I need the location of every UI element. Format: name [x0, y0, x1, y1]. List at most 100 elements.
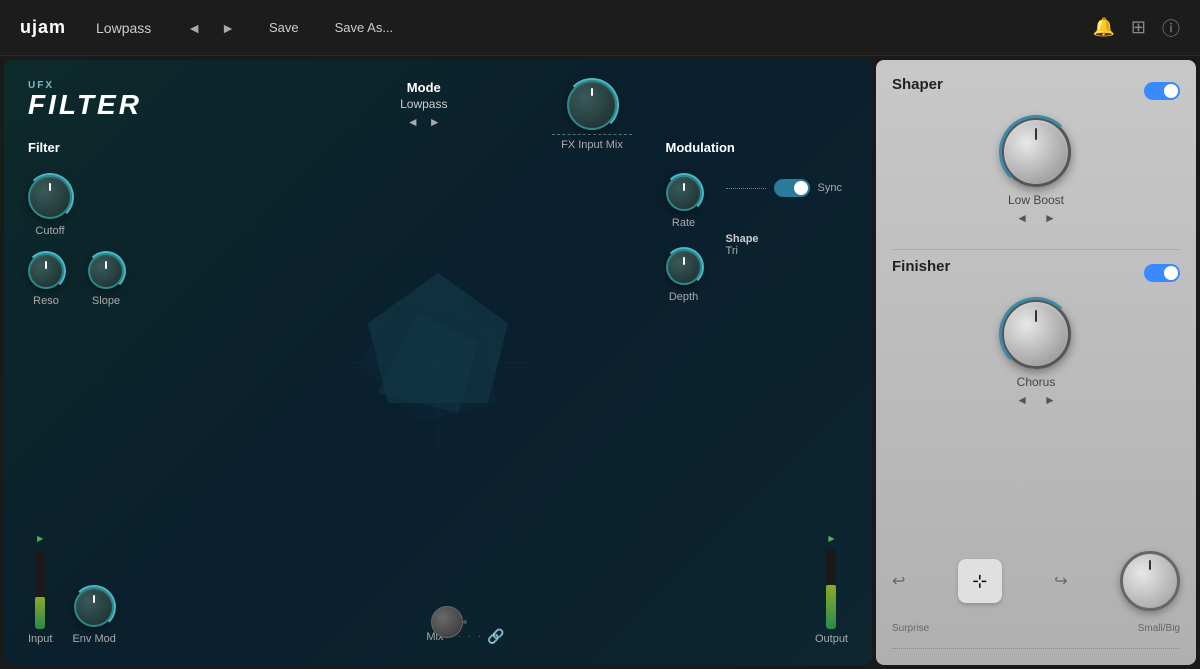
bottom-controls: ▶ Input Env Mod Mix · · · · 🔗 — [28, 534, 848, 645]
modulation-knobs: Rate Depth — [666, 175, 702, 303]
small-big-knob[interactable] — [1120, 551, 1180, 611]
modulation-right: Sync Shape Tri — [726, 175, 842, 257]
reso-knob[interactable] — [28, 253, 64, 289]
redo-icon[interactable]: ↪ — [1054, 571, 1067, 591]
low-boost-next-button[interactable]: ► — [1044, 211, 1056, 225]
bottom-dotted-line — [892, 648, 1180, 649]
output-arrow: ▶ — [828, 534, 834, 543]
filter-section: Filter Cutoff Reso Slope — [28, 140, 124, 307]
low-boost-prev-button[interactable]: ◄ — [1016, 211, 1028, 225]
bottom-labels-row: Surprise Small/Big — [892, 623, 1180, 634]
shaper-header: Shaper — [892, 76, 1180, 105]
mode-value: Lowpass — [400, 97, 447, 111]
cutoff-knob[interactable] — [28, 175, 72, 219]
shape-title: Shape — [726, 233, 842, 245]
output-section: ▶ Output — [815, 534, 848, 645]
finisher-toggle[interactable] — [1144, 264, 1180, 282]
sync-row: Sync — [726, 179, 842, 197]
filter-reso-slope-row: Reso Slope — [28, 253, 124, 307]
filter-cutoff-row: Cutoff — [28, 175, 124, 237]
slope-group: Slope — [88, 253, 124, 307]
shaper-toggle[interactable] — [1144, 82, 1180, 100]
section-divider — [892, 249, 1180, 250]
undo-icon[interactable]: ↩ — [892, 571, 905, 591]
env-mod-label: Env Mod — [72, 633, 115, 645]
depth-knob[interactable] — [666, 249, 702, 285]
save-as-button[interactable]: Save As... — [327, 16, 402, 39]
mix-link-icon[interactable]: 🔗 — [487, 628, 504, 645]
right-panel: Shaper Low Boost ◄ ► Finisher Chorus ◄ ► — [876, 60, 1196, 665]
info-icon[interactable]: ⓘ — [1162, 15, 1180, 41]
topbar-right: 🔔 ⊞ ⓘ — [1092, 15, 1180, 41]
input-label: Input — [28, 633, 52, 645]
depth-label: Depth — [669, 291, 698, 303]
input-meter-fill — [35, 597, 45, 629]
surprise-icon: ⊹ — [972, 571, 987, 592]
small-big-label: Small/Big — [1138, 623, 1180, 634]
modulation-controls: Rate Depth Sync Shape Tri — [666, 175, 842, 303]
rate-sync-connector — [726, 188, 766, 189]
input-arrow: ▶ — [37, 534, 43, 543]
main-content: UFX FILTER Mode Lowpass ◄ ► FX Input Mix — [0, 56, 1200, 669]
low-boost-label: Low Boost — [892, 193, 1180, 207]
reso-group: Reso — [28, 253, 64, 307]
shape-group: Shape Tri — [726, 233, 842, 257]
plugin-logo: UFX FILTER — [28, 80, 142, 119]
mode-section: Mode Lowpass ◄ ► — [400, 80, 447, 129]
chorus-label: Chorus — [892, 375, 1180, 389]
preset-name: Lowpass — [96, 20, 151, 36]
fx-input-mix-knob[interactable] — [567, 80, 617, 130]
mode-title: Mode — [400, 80, 447, 95]
shaper-section: Shaper Low Boost ◄ ► — [892, 76, 1180, 225]
finisher-title: Finisher — [892, 258, 950, 275]
chorus-prev-button[interactable]: ◄ — [1016, 393, 1028, 407]
low-boost-nav: ◄ ► — [892, 211, 1180, 225]
expand-icon[interactable]: ⊞ — [1131, 17, 1146, 38]
sync-label: Sync — [818, 182, 842, 194]
surprise-button[interactable]: ⊹ — [958, 559, 1002, 603]
slope-knob[interactable] — [88, 253, 124, 289]
input-section: ▶ Input — [28, 534, 52, 645]
env-mod-group: Env Mod — [72, 587, 115, 645]
output-meter — [826, 549, 836, 629]
modulation-section: Modulation Rate Depth S — [666, 140, 842, 303]
rate-label: Rate — [672, 217, 695, 229]
chorus-nav: ◄ ► — [892, 393, 1180, 407]
depth-group: Depth — [666, 249, 702, 303]
reso-label: Reso — [33, 295, 59, 307]
cutoff-group: Cutoff — [28, 175, 72, 237]
chorus-next-button[interactable]: ► — [1044, 393, 1056, 407]
surprise-label: Surprise — [892, 623, 929, 634]
modulation-title: Modulation — [666, 140, 842, 155]
output-meter-fill — [826, 585, 836, 629]
shape-value: Tri — [726, 245, 842, 257]
bottom-buttons-row: ↩ ⊹ ↪ — [892, 551, 1180, 611]
plugin-name: FILTER — [28, 91, 142, 119]
notification-icon[interactable]: 🔔 — [1092, 17, 1114, 38]
rate-knob[interactable] — [666, 175, 702, 211]
slope-label: Slope — [92, 295, 120, 307]
rate-group: Rate — [666, 175, 702, 229]
mode-next-button[interactable]: ► — [429, 115, 441, 129]
shaper-title: Shaper — [892, 76, 943, 93]
mode-nav: ◄ ► — [400, 115, 447, 129]
mix-slider[interactable] — [463, 620, 467, 624]
filter-title: Filter — [28, 140, 124, 155]
preset-prev-button[interactable]: ◄ — [181, 18, 207, 38]
shaper-knob[interactable] — [1001, 117, 1071, 187]
topbar: ujam Lowpass ◄ ► Save Save As... 🔔 ⊞ ⓘ — [0, 0, 1200, 56]
logo: ujam — [20, 17, 66, 38]
fx-input-mix-label: FX Input Mix — [561, 139, 623, 151]
preset-nav: ◄ ► — [181, 18, 241, 38]
output-label: Output — [815, 633, 848, 645]
save-button[interactable]: Save — [261, 16, 307, 39]
env-mod-knob[interactable] — [74, 587, 114, 627]
finisher-section: Finisher Chorus ◄ ► — [892, 258, 1180, 407]
fx-input-mix-section: FX Input Mix — [552, 80, 632, 151]
sync-toggle[interactable] — [774, 179, 810, 197]
preset-next-button[interactable]: ► — [215, 18, 241, 38]
finisher-header: Finisher — [892, 258, 1180, 287]
left-panel: UFX FILTER Mode Lowpass ◄ ► FX Input Mix — [4, 60, 872, 665]
finisher-knob[interactable] — [1001, 299, 1071, 369]
mode-prev-button[interactable]: ◄ — [407, 115, 419, 129]
